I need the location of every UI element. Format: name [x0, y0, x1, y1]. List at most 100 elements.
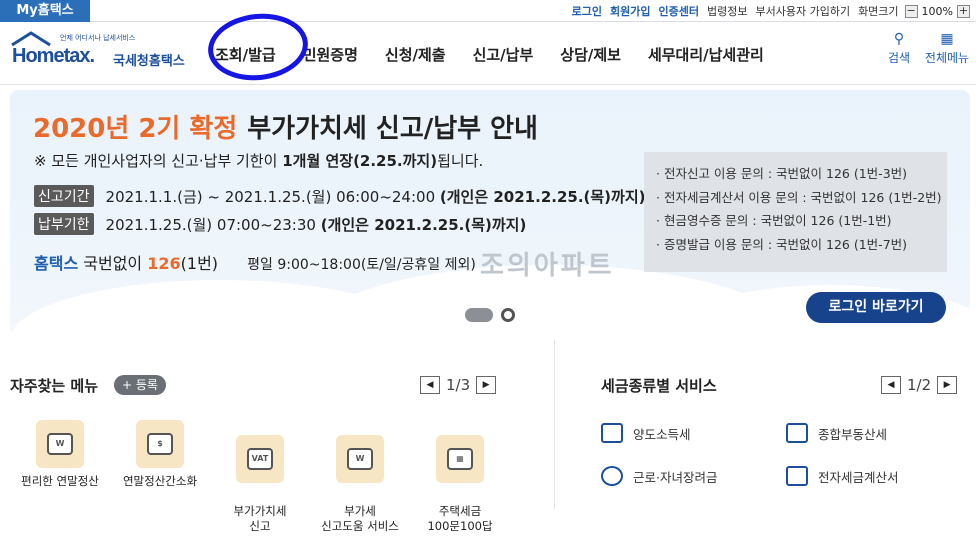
grid-icon: ▦: [940, 31, 954, 47]
info-line: · 전자신고 이용 문의 : 국번없이 126 (1번-3번): [656, 166, 908, 181]
page-indicator: 1/3: [446, 376, 471, 394]
payment-deadline-extended: (개인은 2021.2.25.(목)까지): [320, 215, 527, 234]
tax-service-item[interactable]: 전자세금계산서: [786, 466, 899, 486]
filing-period-tag: 신고기간: [34, 185, 94, 207]
login-shortcut-button[interactable]: 로그인 바로가기: [806, 292, 946, 323]
phone-label: 국번없이: [83, 254, 143, 273]
capital-gains-icon: [601, 423, 623, 443]
icon-glyph: VAT: [247, 448, 273, 470]
nav-apply-submit[interactable]: 신청/제출: [385, 44, 446, 65]
logo-korean-name: 국세청홈택스: [113, 54, 185, 69]
my-hometax-tab[interactable]: My홈택스: [0, 0, 90, 22]
logo-hometax-text: Hometax.: [12, 45, 95, 67]
tax-service-title: 세금종류별 서비스: [601, 377, 717, 395]
tax-service-label: 근로·자녀장려금: [633, 469, 718, 485]
page-indicator: 1/2: [907, 376, 932, 394]
dept-user-signup-link[interactable]: 부서사용자 가입하기: [755, 3, 850, 19]
tax-service-label: 종합부동산세: [818, 426, 888, 442]
phone-number: 126: [147, 254, 181, 273]
favorite-item-label: 연말정산간소화: [122, 474, 198, 488]
signup-link[interactable]: 회원가입: [610, 3, 650, 19]
zoom-in-button[interactable]: +: [957, 4, 970, 18]
info-line: · 현금영수증 문의 : 국번없이 126 (1번-1번): [656, 213, 892, 228]
vat-help-service-icon: W: [336, 435, 384, 483]
watermark-text: 조의아파트: [480, 251, 615, 281]
info-line: · 증명발급 이용 문의 : 국번없이 126 (1번-7번): [656, 236, 908, 252]
banner-title-period: 2020년 2기 확정: [33, 114, 238, 144]
icon-glyph: W: [47, 433, 73, 455]
prev-page-button[interactable]: ◀: [881, 376, 901, 394]
housing-tax-faq-icon: ▦: [436, 435, 484, 483]
tax-service-label: 전자세금계산서: [818, 469, 899, 485]
property-tax-icon: [786, 423, 808, 443]
favorite-item[interactable]: W 부가세 신고도움 서비스: [310, 420, 410, 549]
notice-suffix: 됩니다.: [437, 152, 484, 170]
simplified-settlement-icon: $: [136, 420, 184, 468]
nav-tax-agent[interactable]: 세무대리/납세관리: [648, 44, 764, 65]
favorite-menu-section: 자주찾는 메뉴 + 등록 ◀ 1/3 ▶ W 편리한 연말정산 $ 연말정산간소…: [0, 340, 555, 533]
payment-deadline-row: 납부기한 2021.1.25.(월) 07:00~23:30 (개인은 2021…: [34, 213, 526, 235]
payment-deadline-tag: 납부기한: [34, 213, 94, 235]
notice-prefix: ※ 모든 개인사업자의 신고·납부 기한이: [34, 152, 278, 170]
law-info-link[interactable]: 법령정보: [707, 3, 747, 19]
slide-pause-dot[interactable]: [501, 308, 515, 322]
icon-glyph: W: [347, 448, 373, 470]
next-page-button[interactable]: ▶: [937, 376, 958, 394]
nav-consult-report[interactable]: 상담/제보: [560, 44, 621, 65]
phone-ext: (1번): [180, 254, 219, 273]
search-label: 검색: [887, 51, 911, 65]
info-line: · 전자세금계산서 이용 문의 : 국번없이 126 (1번-2번): [656, 189, 942, 205]
cert-center-link[interactable]: 인증센터: [659, 3, 699, 19]
service-hours: 평일 9:00~18:00(토/일/공휴일 제외): [247, 257, 476, 273]
tax-service-item[interactable]: 종합부동산세: [786, 423, 887, 443]
prev-page-button[interactable]: ◀: [420, 376, 440, 394]
tax-service-item[interactable]: 근로·자녀장려금: [601, 466, 717, 486]
add-favorite-button[interactable]: + 등록: [114, 375, 166, 395]
all-menu-label: 전체메뉴: [924, 51, 970, 65]
search-icon: ⚲: [893, 31, 905, 47]
hometax-logo[interactable]: 언제 어디서나 납세서비스 Hometax. 국세청홈택스: [10, 31, 195, 73]
tax-type-service-section: 세금종류별 서비스 ◀ 1/2 ▶ 양도소득세 종합부동산세 근로·자녀장려금 …: [556, 340, 976, 509]
all-menu-button[interactable]: ▦ 전체메뉴: [924, 31, 970, 66]
logo-tagline: 언제 어디서나 납세서비스: [60, 34, 136, 42]
favorite-pager: ◀ 1/3 ▶: [420, 376, 497, 394]
vat-report-icon: VAT: [236, 435, 284, 483]
e-invoice-icon: [786, 466, 808, 486]
favorite-item[interactable]: $ 연말정산간소화: [110, 420, 210, 489]
zoom-value: 100%: [921, 4, 953, 18]
header: 언제 어디서나 납세서비스 Hometax. 국세청홈택스 조회/발급 민원증명…: [0, 8, 976, 86]
banner-notice: ※ 모든 개인사업자의 신고·납부 기한이 1개월 연장(2.25.까지)됩니다…: [34, 150, 483, 171]
filing-period-row: 신고기간 2021.1.1.(금) ~ 2021.1.25.(월) 06:00~…: [34, 185, 646, 207]
tax-service-item[interactable]: 양도소득세: [601, 423, 691, 443]
screen-size-label: 화면크기: [858, 5, 899, 18]
top-links: 로그인 회원가입 인증센터 법령정보 부서사용자 가입하기 화면크기 − 100…: [564, 0, 970, 22]
login-link[interactable]: 로그인: [572, 3, 602, 19]
tax-service-pager: ◀ 1/2 ▶: [881, 376, 958, 394]
inquiry-info-box: · 전자신고 이용 문의 : 국번없이 126 (1번-3번) · 전자세금계산…: [644, 152, 947, 272]
zoom-control: − 100% +: [904, 4, 970, 18]
icon-glyph: ▦: [447, 448, 473, 470]
tax-service-label: 양도소득세: [633, 426, 691, 442]
payment-deadline-text: 2021.1.25.(월) 07:00~23:30: [105, 215, 316, 234]
favorite-item[interactable]: ▦ 주택세금 100문100답: [410, 420, 510, 549]
slide-indicator: [465, 308, 515, 322]
favorite-item[interactable]: VAT 부가가치세 신고: [210, 420, 310, 549]
filing-period-extended: (개인은 2021.2.25.(목)까지): [439, 187, 646, 206]
banner-title: 2020년 2기 확정 부가가치세 신고/납부 안내: [33, 108, 538, 145]
year-end-settlement-icon: W: [36, 420, 84, 468]
phone-info: 홈택스 국번없이 126(1번) 평일 9:00~18:00(토/일/공휴일 제…: [34, 250, 476, 274]
notice-bold: 1개월 연장(2.25.까지): [282, 152, 438, 170]
filing-period-text: 2021.1.1.(금) ~ 2021.1.25.(월) 06:00~24:00: [105, 187, 436, 206]
favorite-menu-title: 자주찾는 메뉴: [10, 377, 99, 395]
next-page-button[interactable]: ▶: [476, 376, 497, 394]
favorite-item[interactable]: W 편리한 연말정산: [10, 420, 110, 489]
search-button[interactable]: ⚲ 검색: [876, 31, 922, 66]
heart-icon: [601, 466, 623, 486]
header-tools: ⚲ 검색 ▦ 전체메뉴: [874, 31, 970, 66]
slide-dot-active[interactable]: [465, 308, 493, 322]
zoom-out-button[interactable]: −: [904, 4, 918, 18]
top-bar: My홈택스 로그인 회원가입 인증센터 법령정보 부서사용자 가입하기 화면크기…: [0, 0, 976, 22]
main-banner[interactable]: 2020년 2기 확정 부가가치세 신고/납부 안내 ※ 모든 개인사업자의 신고…: [10, 90, 970, 336]
nav-report-pay[interactable]: 신고/납부: [473, 44, 534, 65]
nav-civil-certificate[interactable]: 민원증명: [303, 44, 358, 65]
